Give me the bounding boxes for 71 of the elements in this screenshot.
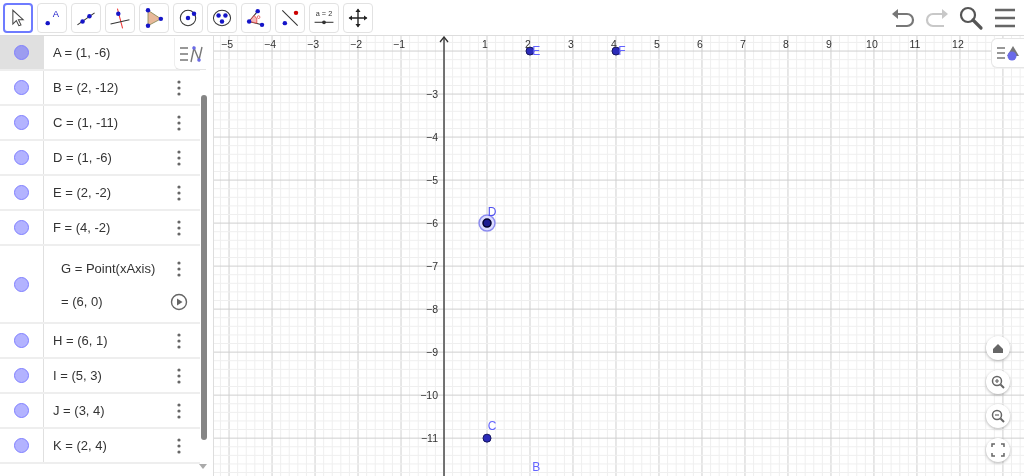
axis-tick-label: 9 bbox=[826, 38, 832, 50]
point[interactable] bbox=[611, 46, 621, 56]
point-label: C bbox=[487, 419, 497, 433]
axis-tick-label: 4 bbox=[611, 38, 617, 50]
visibility-toggle[interactable] bbox=[14, 150, 29, 165]
point-label: B bbox=[532, 460, 541, 475]
algebra-value: = (6, 0) bbox=[60, 294, 103, 309]
fullscreen-button[interactable] bbox=[986, 438, 1010, 462]
axis-tick-label: 12 bbox=[952, 38, 964, 50]
visibility-toggle[interactable] bbox=[14, 276, 29, 292]
algebra-entry[interactable]: D = (1, -6) bbox=[53, 150, 112, 165]
axis-tick-label: −7 bbox=[426, 260, 438, 273]
point-label: F bbox=[618, 43, 626, 58]
algebra-entry[interactable]: I = (5, 3) bbox=[53, 368, 102, 383]
visibility-toggle[interactable] bbox=[14, 45, 29, 60]
home-button[interactable] bbox=[986, 336, 1010, 360]
axis-tick-label: −11 bbox=[420, 432, 438, 445]
axis-tick-label: 7 bbox=[740, 38, 746, 50]
axis-tick-label: 1 bbox=[482, 38, 488, 50]
axis-tick-label: −2 bbox=[350, 38, 362, 50]
algebra-entry[interactable]: A = (1, -6) bbox=[53, 45, 111, 60]
algebra-style-button[interactable] bbox=[174, 38, 206, 70]
zoom-in-icon bbox=[990, 374, 1006, 390]
axis-tick-label: 5 bbox=[654, 38, 660, 50]
axis-tick-label: 2 bbox=[525, 38, 531, 50]
axis-tick-label: −3 bbox=[307, 38, 320, 50]
axis-tick-label: −5 bbox=[426, 174, 438, 187]
algebra-entry[interactable]: E = (2, -2) bbox=[53, 185, 112, 200]
axis-tick-label: −6 bbox=[426, 217, 438, 230]
axis-tick-label: 3 bbox=[568, 38, 574, 50]
point[interactable] bbox=[482, 433, 492, 443]
axis-tick-label: −3 bbox=[426, 88, 438, 101]
list-and-curve-icon bbox=[178, 43, 203, 64]
axis-tick-label: 11 bbox=[909, 38, 921, 50]
axis-tick-label: −8 bbox=[426, 303, 438, 316]
algebra-entry[interactable]: C = (1, -11) bbox=[53, 115, 119, 130]
axis-tick-label: −4 bbox=[426, 131, 438, 144]
zoom-out-icon bbox=[990, 408, 1006, 424]
visibility-toggle[interactable] bbox=[14, 80, 29, 95]
axis-tick-label: −5 bbox=[221, 38, 234, 50]
point-label: E bbox=[532, 43, 541, 58]
selected-point[interactable] bbox=[478, 214, 496, 232]
visibility-toggle[interactable] bbox=[14, 333, 29, 348]
visibility-toggle[interactable] bbox=[14, 438, 29, 453]
axis-tick-label: −10 bbox=[420, 389, 438, 402]
visibility-toggle[interactable] bbox=[14, 220, 29, 235]
point[interactable] bbox=[525, 46, 535, 56]
axis-tick-label: 8 bbox=[783, 38, 789, 50]
visibility-toggle[interactable] bbox=[14, 115, 29, 130]
scrollbar[interactable] bbox=[201, 95, 207, 440]
visibility-toggle[interactable] bbox=[14, 368, 29, 383]
zoom-in-button[interactable] bbox=[986, 370, 1010, 394]
algebra-entry[interactable]: B = (2, -12) bbox=[53, 80, 119, 95]
zoom-out-button[interactable] bbox=[986, 404, 1010, 428]
axis-tick-label: −1 bbox=[393, 38, 405, 50]
visibility-toggle[interactable] bbox=[14, 403, 29, 418]
fullscreen-icon bbox=[990, 442, 1006, 458]
style-bar-button[interactable] bbox=[991, 38, 1024, 68]
algebra-entry[interactable]: K = (2, 4) bbox=[53, 438, 107, 453]
axis-tick-label: −4 bbox=[264, 38, 277, 50]
axis-tick-label: 10 bbox=[866, 38, 878, 50]
play-icon[interactable] bbox=[170, 292, 188, 311]
point-label: D bbox=[487, 205, 497, 220]
algebra-entry[interactable]: J = (3, 4) bbox=[53, 403, 105, 418]
algebra-entry[interactable]: G = Point(xAxis) bbox=[53, 261, 156, 276]
search-icon bbox=[958, 4, 984, 31]
axis-tick-label: 6 bbox=[697, 38, 703, 50]
algebra-entry[interactable]: H = (6, 1) bbox=[53, 333, 108, 348]
visibility-toggle[interactable] bbox=[14, 185, 29, 200]
axis-tick-label: −9 bbox=[426, 346, 438, 359]
algebra-entry[interactable]: F = (4, -2) bbox=[53, 220, 111, 235]
